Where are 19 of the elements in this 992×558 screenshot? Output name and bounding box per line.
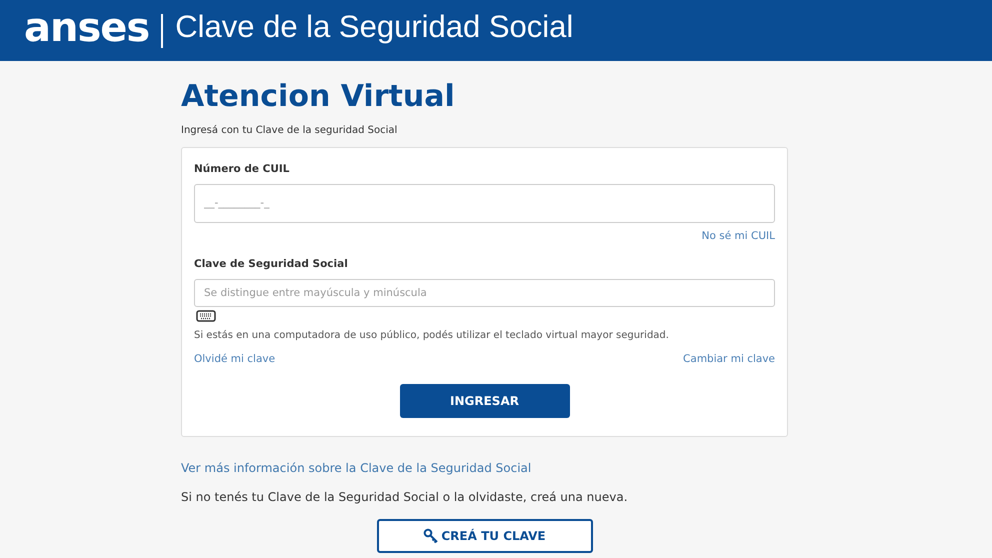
password-input-field[interactable]: Se distingue entre mayúscula y minúscula (194, 278, 775, 307)
submit-button[interactable]: INGRESAR (400, 384, 570, 418)
help-link[interactable]: No sé mi CUIL (702, 230, 775, 242)
key-icon (423, 528, 440, 544)
header-divider (161, 14, 164, 48)
create-text: Si no tenés tu Clave de la Seguridad Social o la olvidaste, creá una nueva. (181, 489, 629, 506)
password-link[interactable]: Cambiar mi clave (683, 352, 775, 368)
page-title: Atencion Virtual (181, 79, 456, 115)
info-link[interactable]: Ver más información sobre la Clave de la Seguridad Social (181, 461, 532, 476)
logo: anses (24, 8, 150, 48)
header-title: Clave de la Seguridad Social (175, 8, 574, 46)
password-link[interactable]: Olvidé mi clave (194, 352, 276, 368)
keyboard-icon[interactable] (196, 310, 216, 322)
cuil-input-field[interactable]: __-________-_ (194, 184, 775, 223)
field-label: Clave de Seguridad Social (194, 256, 349, 272)
security-notice: Si estás en una computadora de uso público, podés utilizar el teclado virtual mayor seguridad. (194, 328, 670, 343)
create-key-button[interactable]: CREÁ TU CLAVE (376, 519, 592, 554)
field-label: Número de CUIL (194, 162, 290, 177)
page-subtitle: Ingresá con tu Clave de la seguridad Social (181, 124, 398, 138)
